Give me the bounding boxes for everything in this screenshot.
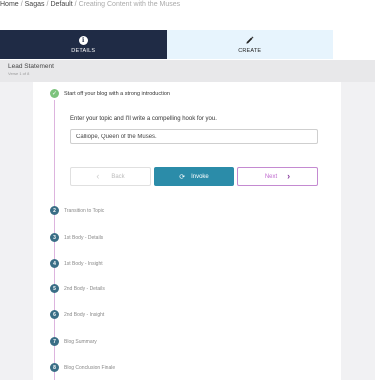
tab-details[interactable]: i DETAILS <box>0 30 167 59</box>
breadcrumb-sagas[interactable]: Sagas <box>25 1 45 8</box>
tab-create[interactable]: CREATE <box>166 30 333 59</box>
breadcrumb-separator: / <box>20 1 23 8</box>
step-4[interactable]: 4 1st Body - Insight <box>50 259 103 268</box>
step-label: 1st Body - Insight <box>64 260 103 267</box>
section-header: Lead Statement Verse 1 of 8 <box>0 60 375 82</box>
breadcrumb-current-page: Creating Content with the Muses <box>78 1 181 8</box>
step-2[interactable]: 2 Transition to Topic <box>50 206 104 215</box>
breadcrumb-separator: / <box>46 1 49 8</box>
next-button-label: Next <box>264 173 278 180</box>
invoke-button-label: Invoke <box>191 173 209 180</box>
step-number-badge: 7 <box>50 337 59 346</box>
step-6[interactable]: 6 2nd Body - Insight <box>50 310 104 319</box>
info-icon: i <box>78 35 88 45</box>
content-card <box>33 82 341 380</box>
pencil-icon <box>245 36 254 45</box>
prompt-text: Enter your topic and I'll write a compel… <box>70 116 217 122</box>
invoke-button[interactable]: ⟳ Invoke <box>154 167 234 186</box>
step-number-badge: 4 <box>50 259 59 268</box>
back-button[interactable]: ‹ Back <box>70 167 151 186</box>
tab-details-label: DETAILS <box>71 47 96 54</box>
step-8[interactable]: 8 Blog Conclusion Finale <box>50 363 115 372</box>
next-button[interactable]: Next › <box>237 167 318 186</box>
tab-create-label: CREATE <box>238 47 262 54</box>
topic-input[interactable] <box>70 129 318 144</box>
step-label: Blog Conclusion Finale <box>64 364 116 371</box>
step-number-badge: 3 <box>50 233 59 242</box>
checkmark-icon: ✓ <box>50 89 59 98</box>
refresh-icon: ⟳ <box>179 173 186 181</box>
breadcrumb: Home / Sagas / Default / Creating Content with… <box>0 0 180 14</box>
step-label: Blog Summary <box>64 338 97 345</box>
breadcrumb-default[interactable]: Default <box>50 1 72 8</box>
breadcrumb-home[interactable]: Home <box>0 1 19 8</box>
tab-bar: i DETAILS CREATE <box>0 30 333 59</box>
step-number-badge: 2 <box>50 206 59 215</box>
step-1-completed[interactable]: ✓ Start off your blog with a strong intr… <box>50 89 170 98</box>
step-7[interactable]: 7 Blog Summary <box>50 337 97 346</box>
step-number-badge: 6 <box>50 310 59 319</box>
breadcrumb-separator: / <box>74 1 77 8</box>
verse-counter: Verse 1 of 8 <box>8 71 30 76</box>
chevron-left-icon: ‹ <box>96 171 100 181</box>
step-5[interactable]: 5 2nd Body - Details <box>50 284 105 293</box>
step-label: Transition to Topic <box>64 207 105 214</box>
step-label: 2nd Body - Insight <box>64 311 105 318</box>
step-label: 2nd Body - Details <box>64 285 105 292</box>
step-3[interactable]: 3 1st Body - Details <box>50 233 103 242</box>
step-label: 1st Body - Details <box>64 234 104 241</box>
back-button-label: Back <box>111 173 125 180</box>
step-number-badge: 5 <box>50 284 59 293</box>
section-title: Lead Statement <box>8 63 54 70</box>
chevron-right-icon: › <box>287 171 291 181</box>
step-number-badge: 8 <box>50 363 59 372</box>
step-1-label: Start off your blog with a strong introd… <box>64 90 170 97</box>
